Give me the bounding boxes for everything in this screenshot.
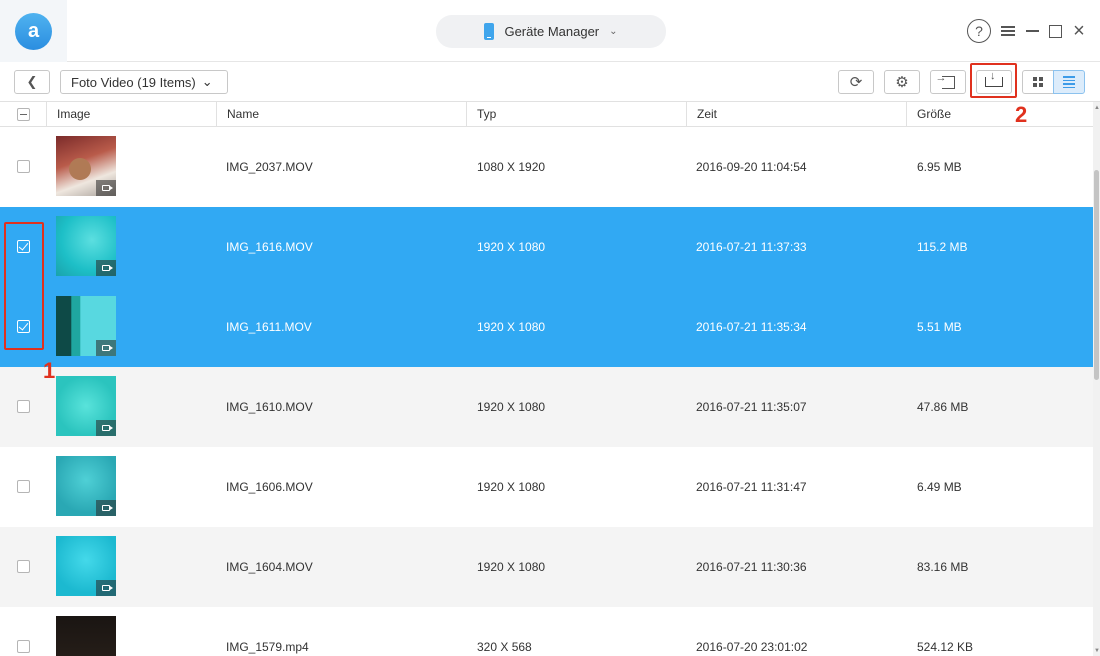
file-size: 5.51 MB (917, 320, 962, 334)
file-date: 2016-07-21 11:31:47 (696, 480, 807, 494)
file-resolution: 1920 X 1080 (477, 240, 546, 254)
help-icon[interactable]: ? (967, 19, 991, 43)
refresh-button[interactable]: ⟳ (838, 70, 874, 94)
grid-view-button[interactable] (1022, 70, 1054, 94)
list-icon (1063, 74, 1075, 90)
file-size: 6.95 MB (917, 160, 962, 174)
table-row[interactable]: IMG_1616.MOV 1920 X 1080 2016-07-21 11:3… (0, 207, 1093, 287)
table-row[interactable]: IMG_2037.MOV 1080 X 1920 2016-09-20 11:0… (0, 127, 1093, 207)
logo-area: a (0, 0, 67, 62)
scroll-thumb[interactable] (1094, 170, 1099, 380)
scroll-up-icon[interactable]: ▲ (1094, 105, 1100, 111)
file-name: IMG_1616.MOV (226, 240, 313, 254)
grid-icon (1033, 77, 1043, 87)
maximize-icon[interactable] (1047, 18, 1063, 44)
title-bar: a Geräte Manager ⌄ ? × (0, 0, 1100, 62)
video-icon (96, 500, 116, 516)
file-date: 2016-07-21 11:35:07 (696, 400, 807, 414)
device-selector[interactable]: Geräte Manager ⌄ (436, 15, 666, 48)
minimize-icon[interactable] (1024, 18, 1040, 44)
file-resolution: 1920 X 1080 (477, 320, 546, 334)
album-dropdown[interactable]: Foto Video (19 Items) ⌄ (60, 70, 228, 94)
column-header-typ[interactable]: Typ (466, 102, 686, 127)
table-row[interactable]: IMG_1611.MOV 1920 X 1080 2016-07-21 11:3… (0, 287, 1093, 367)
step-1-highlight (4, 222, 44, 350)
table-header: Image Name Typ Zeit Größe (0, 102, 1093, 127)
table-row[interactable]: IMG_1604.MOV 1920 X 1080 2016-07-21 11:3… (0, 527, 1093, 607)
file-name: IMG_1579.mp4 (226, 640, 309, 654)
file-size: 6.49 MB (917, 480, 962, 494)
column-header-size[interactable]: Größe (906, 102, 1093, 127)
file-resolution: 1920 X 1080 (477, 560, 546, 574)
thumbnail (56, 376, 116, 436)
row-checkbox[interactable] (17, 640, 30, 653)
table-row[interactable]: IMG_1579.mp4 320 X 568 2016-07-20 23:01:… (0, 607, 1093, 656)
chevron-down-icon: ⌄ (609, 26, 618, 37)
file-date: 2016-07-20 23:01:02 (696, 640, 808, 654)
back-button[interactable]: ❮ (14, 70, 50, 94)
file-date: 2016-07-21 11:30:36 (696, 560, 807, 574)
file-resolution: 320 X 568 (477, 640, 532, 654)
file-date: 2016-07-21 11:35:34 (696, 320, 807, 334)
file-size: 115.2 MB (917, 240, 968, 254)
thumbnail (56, 296, 116, 356)
file-resolution: 1920 X 1080 (477, 480, 546, 494)
file-resolution: 1080 X 1920 (477, 160, 546, 174)
select-all-cell (0, 102, 46, 127)
file-resolution: 1920 X 1080 (477, 400, 546, 414)
chevron-down-icon: ⌄ (201, 74, 213, 89)
step-1-label: 1 (43, 358, 56, 383)
table-row[interactable]: IMG_1606.MOV 1920 X 1080 2016-07-21 11:3… (0, 447, 1093, 527)
file-name: IMG_1606.MOV (226, 480, 313, 494)
file-size: 524.12 KB (917, 640, 974, 654)
thumbnail (56, 136, 116, 196)
thumbnail (56, 216, 116, 276)
select-all-checkbox[interactable] (17, 108, 30, 121)
video-icon (96, 420, 116, 436)
phone-icon (484, 23, 495, 40)
column-header-image[interactable]: Image (46, 102, 216, 127)
thumbnail (56, 616, 116, 656)
file-size: 47.86 MB (917, 400, 969, 414)
menu-icon[interactable] (999, 18, 1017, 44)
step-2-label: 2 (1015, 102, 1028, 127)
scroll-down-icon[interactable]: ▼ (1094, 648, 1100, 654)
table-row[interactable]: IMG_1610.MOV 1920 X 1080 2016-07-21 11:3… (0, 367, 1093, 447)
app-logo: a (15, 13, 52, 50)
file-size: 83.16 MB (917, 560, 969, 574)
step-2-highlight (970, 63, 1017, 98)
thumbnail (56, 456, 116, 516)
row-checkbox[interactable] (17, 400, 30, 413)
column-header-name[interactable]: Name (216, 102, 466, 127)
file-date: 2016-07-21 11:37:33 (696, 240, 807, 254)
file-name: IMG_1610.MOV (226, 400, 313, 414)
device-name: Geräte Manager (504, 24, 600, 39)
row-checkbox[interactable] (17, 160, 30, 173)
video-icon (96, 260, 116, 276)
row-checkbox[interactable] (17, 560, 30, 573)
thumbnail (56, 536, 116, 596)
row-checkbox[interactable] (17, 480, 30, 493)
column-header-zeit[interactable]: Zeit (686, 102, 906, 127)
list-view-button[interactable] (1053, 70, 1085, 94)
import-button[interactable] (930, 70, 966, 94)
settings-button[interactable]: ⚙ (884, 70, 920, 94)
file-name: IMG_2037.MOV (226, 160, 313, 174)
video-list: IMG_2037.MOV 1080 X 1920 2016-09-20 11:0… (0, 127, 1093, 656)
video-icon (96, 340, 116, 356)
file-name: IMG_1604.MOV (226, 560, 313, 574)
video-icon (96, 180, 116, 196)
vertical-scrollbar[interactable]: ▲ ▼ (1093, 102, 1100, 656)
toolbar: ❮ Foto Video (19 Items) ⌄ ⟳ ⚙ (0, 62, 1100, 102)
close-icon[interactable]: × (1070, 18, 1088, 44)
video-icon (96, 580, 116, 596)
import-icon (936, 72, 955, 89)
file-date: 2016-09-20 11:04:54 (696, 160, 807, 174)
album-label: Foto Video (19 Items) (71, 74, 196, 90)
file-name: IMG_1611.MOV (226, 320, 312, 334)
